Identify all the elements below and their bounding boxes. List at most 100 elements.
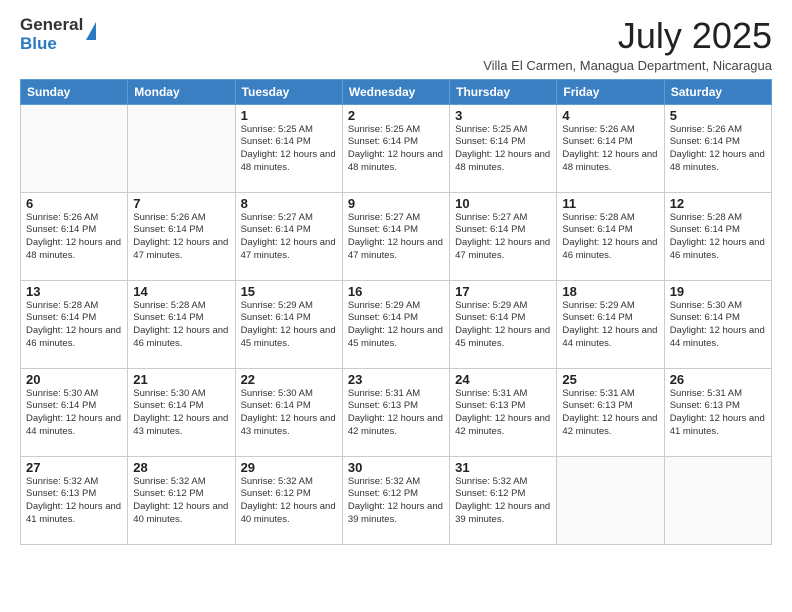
day-number: 2	[348, 108, 444, 123]
day-info: Sunrise: 5:31 AM Sunset: 6:13 PM Dayligh…	[348, 388, 444, 439]
day-number: 6	[26, 196, 122, 211]
header: General Blue July 2025 Villa El Carmen, …	[20, 16, 772, 73]
day-number: 4	[562, 108, 658, 123]
day-number: 13	[26, 284, 122, 299]
day-number: 29	[241, 460, 337, 475]
calendar-header-row: Sunday Monday Tuesday Wednesday Thursday…	[21, 79, 772, 104]
col-thursday: Thursday	[450, 79, 557, 104]
calendar-cell: 16Sunrise: 5:29 AM Sunset: 6:14 PM Dayli…	[342, 280, 449, 368]
day-number: 19	[670, 284, 766, 299]
calendar-cell: 11Sunrise: 5:28 AM Sunset: 6:14 PM Dayli…	[557, 192, 664, 280]
calendar-cell: 23Sunrise: 5:31 AM Sunset: 6:13 PM Dayli…	[342, 368, 449, 456]
calendar-cell	[664, 456, 771, 544]
day-info: Sunrise: 5:26 AM Sunset: 6:14 PM Dayligh…	[26, 212, 122, 263]
calendar-week-1: 1Sunrise: 5:25 AM Sunset: 6:14 PM Daylig…	[21, 104, 772, 192]
day-number: 21	[133, 372, 229, 387]
day-number: 22	[241, 372, 337, 387]
logo-text: General Blue	[20, 16, 83, 53]
calendar-cell: 21Sunrise: 5:30 AM Sunset: 6:14 PM Dayli…	[128, 368, 235, 456]
calendar-cell	[557, 456, 664, 544]
calendar-cell: 12Sunrise: 5:28 AM Sunset: 6:14 PM Dayli…	[664, 192, 771, 280]
calendar-cell: 13Sunrise: 5:28 AM Sunset: 6:14 PM Dayli…	[21, 280, 128, 368]
day-info: Sunrise: 5:26 AM Sunset: 6:14 PM Dayligh…	[670, 124, 766, 175]
col-tuesday: Tuesday	[235, 79, 342, 104]
day-number: 11	[562, 196, 658, 211]
day-number: 7	[133, 196, 229, 211]
day-number: 26	[670, 372, 766, 387]
day-number: 16	[348, 284, 444, 299]
calendar-cell: 22Sunrise: 5:30 AM Sunset: 6:14 PM Dayli…	[235, 368, 342, 456]
day-info: Sunrise: 5:27 AM Sunset: 6:14 PM Dayligh…	[455, 212, 551, 263]
calendar-cell: 25Sunrise: 5:31 AM Sunset: 6:13 PM Dayli…	[557, 368, 664, 456]
day-info: Sunrise: 5:27 AM Sunset: 6:14 PM Dayligh…	[348, 212, 444, 263]
day-number: 27	[26, 460, 122, 475]
day-info: Sunrise: 5:32 AM Sunset: 6:12 PM Dayligh…	[348, 476, 444, 527]
day-number: 31	[455, 460, 551, 475]
day-info: Sunrise: 5:28 AM Sunset: 6:14 PM Dayligh…	[562, 212, 658, 263]
col-wednesday: Wednesday	[342, 79, 449, 104]
calendar-cell: 31Sunrise: 5:32 AM Sunset: 6:12 PM Dayli…	[450, 456, 557, 544]
day-info: Sunrise: 5:32 AM Sunset: 6:12 PM Dayligh…	[455, 476, 551, 527]
calendar-cell: 17Sunrise: 5:29 AM Sunset: 6:14 PM Dayli…	[450, 280, 557, 368]
calendar-week-3: 13Sunrise: 5:28 AM Sunset: 6:14 PM Dayli…	[21, 280, 772, 368]
col-friday: Friday	[557, 79, 664, 104]
day-number: 24	[455, 372, 551, 387]
day-number: 3	[455, 108, 551, 123]
calendar-cell: 10Sunrise: 5:27 AM Sunset: 6:14 PM Dayli…	[450, 192, 557, 280]
col-monday: Monday	[128, 79, 235, 104]
day-number: 18	[562, 284, 658, 299]
day-info: Sunrise: 5:30 AM Sunset: 6:14 PM Dayligh…	[133, 388, 229, 439]
day-number: 1	[241, 108, 337, 123]
day-info: Sunrise: 5:31 AM Sunset: 6:13 PM Dayligh…	[562, 388, 658, 439]
day-info: Sunrise: 5:25 AM Sunset: 6:14 PM Dayligh…	[241, 124, 337, 175]
calendar-cell: 15Sunrise: 5:29 AM Sunset: 6:14 PM Dayli…	[235, 280, 342, 368]
day-number: 17	[455, 284, 551, 299]
day-number: 28	[133, 460, 229, 475]
day-info: Sunrise: 5:28 AM Sunset: 6:14 PM Dayligh…	[670, 212, 766, 263]
day-info: Sunrise: 5:29 AM Sunset: 6:14 PM Dayligh…	[455, 300, 551, 351]
calendar-cell: 9Sunrise: 5:27 AM Sunset: 6:14 PM Daylig…	[342, 192, 449, 280]
calendar-cell: 28Sunrise: 5:32 AM Sunset: 6:12 PM Dayli…	[128, 456, 235, 544]
day-info: Sunrise: 5:28 AM Sunset: 6:14 PM Dayligh…	[26, 300, 122, 351]
calendar-cell: 24Sunrise: 5:31 AM Sunset: 6:13 PM Dayli…	[450, 368, 557, 456]
day-number: 12	[670, 196, 766, 211]
day-number: 30	[348, 460, 444, 475]
calendar-week-4: 20Sunrise: 5:30 AM Sunset: 6:14 PM Dayli…	[21, 368, 772, 456]
page: General Blue July 2025 Villa El Carmen, …	[0, 0, 792, 612]
day-number: 10	[455, 196, 551, 211]
calendar-cell: 5Sunrise: 5:26 AM Sunset: 6:14 PM Daylig…	[664, 104, 771, 192]
logo-general: General	[20, 16, 83, 35]
day-number: 20	[26, 372, 122, 387]
day-info: Sunrise: 5:29 AM Sunset: 6:14 PM Dayligh…	[241, 300, 337, 351]
calendar-cell: 8Sunrise: 5:27 AM Sunset: 6:14 PM Daylig…	[235, 192, 342, 280]
calendar-cell: 27Sunrise: 5:32 AM Sunset: 6:13 PM Dayli…	[21, 456, 128, 544]
logo: General Blue	[20, 16, 96, 53]
col-saturday: Saturday	[664, 79, 771, 104]
day-number: 9	[348, 196, 444, 211]
day-info: Sunrise: 5:32 AM Sunset: 6:12 PM Dayligh…	[133, 476, 229, 527]
calendar-week-2: 6Sunrise: 5:26 AM Sunset: 6:14 PM Daylig…	[21, 192, 772, 280]
calendar-cell: 1Sunrise: 5:25 AM Sunset: 6:14 PM Daylig…	[235, 104, 342, 192]
calendar-cell: 20Sunrise: 5:30 AM Sunset: 6:14 PM Dayli…	[21, 368, 128, 456]
subtitle: Villa El Carmen, Managua Department, Nic…	[483, 58, 772, 73]
calendar-cell: 29Sunrise: 5:32 AM Sunset: 6:12 PM Dayli…	[235, 456, 342, 544]
calendar-cell: 7Sunrise: 5:26 AM Sunset: 6:14 PM Daylig…	[128, 192, 235, 280]
day-info: Sunrise: 5:31 AM Sunset: 6:13 PM Dayligh…	[455, 388, 551, 439]
day-info: Sunrise: 5:30 AM Sunset: 6:14 PM Dayligh…	[26, 388, 122, 439]
day-info: Sunrise: 5:25 AM Sunset: 6:14 PM Dayligh…	[455, 124, 551, 175]
title-block: July 2025 Villa El Carmen, Managua Depar…	[483, 16, 772, 73]
day-number: 23	[348, 372, 444, 387]
day-number: 25	[562, 372, 658, 387]
calendar-week-5: 27Sunrise: 5:32 AM Sunset: 6:13 PM Dayli…	[21, 456, 772, 544]
day-info: Sunrise: 5:28 AM Sunset: 6:14 PM Dayligh…	[133, 300, 229, 351]
day-info: Sunrise: 5:32 AM Sunset: 6:12 PM Dayligh…	[241, 476, 337, 527]
day-info: Sunrise: 5:30 AM Sunset: 6:14 PM Dayligh…	[241, 388, 337, 439]
calendar-cell	[128, 104, 235, 192]
day-number: 14	[133, 284, 229, 299]
calendar-cell: 2Sunrise: 5:25 AM Sunset: 6:14 PM Daylig…	[342, 104, 449, 192]
day-info: Sunrise: 5:25 AM Sunset: 6:14 PM Dayligh…	[348, 124, 444, 175]
month-title: July 2025	[483, 16, 772, 56]
day-info: Sunrise: 5:27 AM Sunset: 6:14 PM Dayligh…	[241, 212, 337, 263]
calendar: Sunday Monday Tuesday Wednesday Thursday…	[20, 79, 772, 545]
calendar-cell: 4Sunrise: 5:26 AM Sunset: 6:14 PM Daylig…	[557, 104, 664, 192]
